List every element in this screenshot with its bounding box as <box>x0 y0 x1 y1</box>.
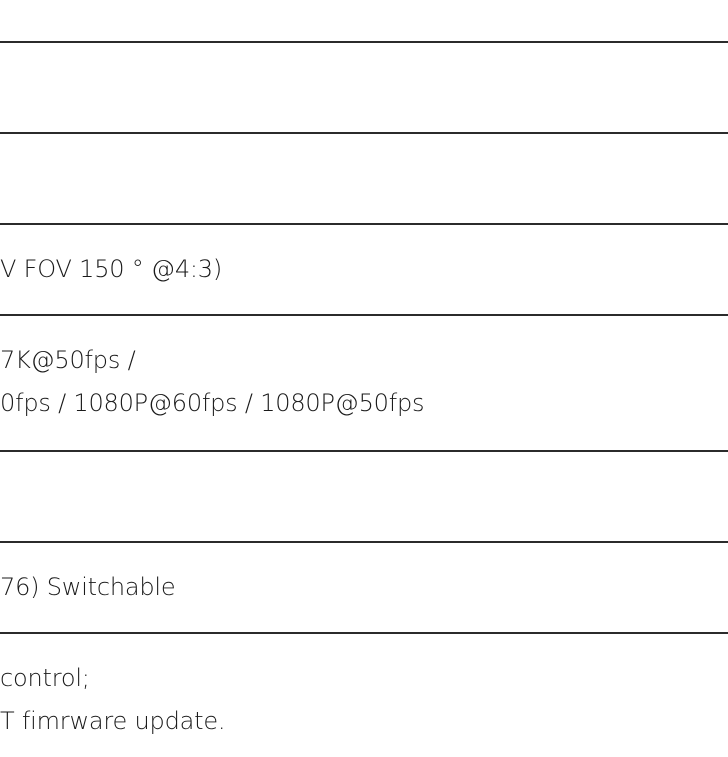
row-divider <box>0 223 728 225</box>
control-value-line-1: control; <box>0 664 90 692</box>
row-divider <box>0 632 728 634</box>
control-value-line-2: T fimrware update. <box>0 707 226 735</box>
resolution-value-line-2: 0fps / 1080P@60fps / 1080P@50fps <box>0 389 425 417</box>
fov-value: V FOV 150 ° @4:3) <box>0 255 223 283</box>
row-divider <box>0 132 728 134</box>
row-divider <box>0 314 728 316</box>
spec-table: V FOV 150 ° @4:3) 7K@50fps / 0fps / 1080… <box>0 0 728 757</box>
row-divider <box>0 41 728 43</box>
resolution-value-line-1: 7K@50fps / <box>0 346 136 374</box>
switchable-value: 76) Switchable <box>0 573 176 601</box>
row-divider <box>0 450 728 452</box>
row-divider <box>0 541 728 543</box>
